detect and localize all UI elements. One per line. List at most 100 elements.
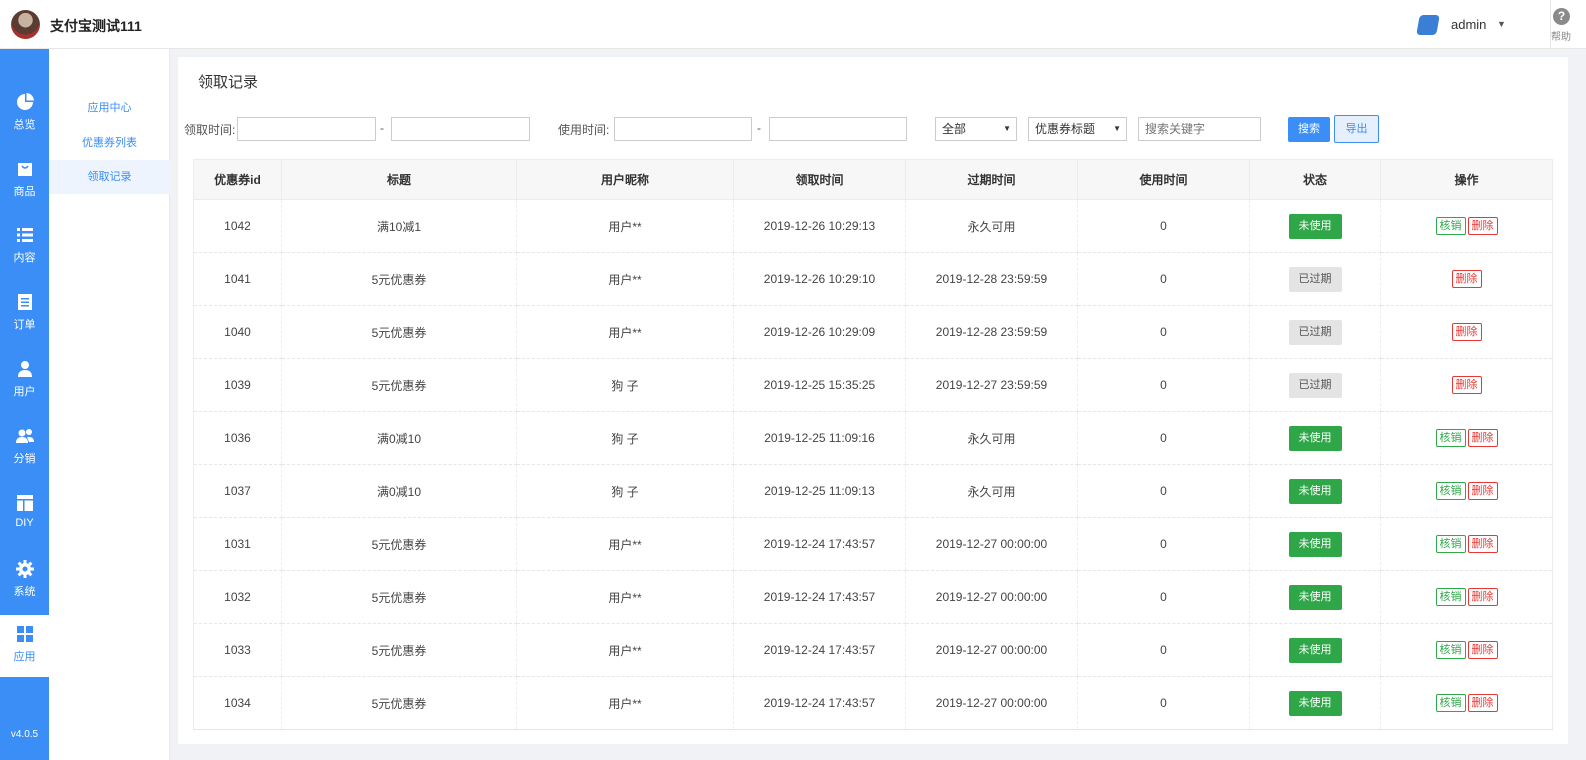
delete-button[interactable]: 删除	[1467, 217, 1498, 235]
primary-sidebar: 总览 商品 内容 订单 用户 分销 DIY 系统 应用 v4.0.5	[0, 49, 49, 760]
cell-title: 5元优惠券	[281, 570, 517, 624]
writeoff-button[interactable]: 核销	[1435, 429, 1466, 447]
chevron-down-icon[interactable]: ▼	[1497, 19, 1506, 29]
writeoff-button[interactable]: 核销	[1435, 482, 1466, 500]
cell-user: 狗 子	[516, 411, 734, 465]
table-row: 1040 5元优惠券 用户** 2019-12-26 10:29:09 2019-12-…	[193, 305, 1553, 359]
column-header[interactable]: 标题	[281, 159, 517, 200]
table-row: 1041 5元优惠券 用户** 2019-12-26 10:29:10 2019-12-…	[193, 252, 1553, 306]
table-row: 1032 5元优惠券 用户** 2019-12-24 17:43:57 2019-12-…	[193, 570, 1553, 624]
use-time-end-input[interactable]	[769, 117, 907, 141]
cell-used: 0	[1077, 570, 1250, 624]
column-header[interactable]: 操作	[1380, 159, 1553, 200]
admin-logo-icon	[1416, 15, 1440, 35]
cell-actions: 核销 删除	[1380, 623, 1553, 677]
nav-item-diy[interactable]: DIY	[0, 484, 49, 546]
subnav-item-coupon-list[interactable]: 优惠券列表	[49, 126, 170, 160]
search-button[interactable]: 搜索	[1288, 117, 1330, 142]
cell-expires: 2019-12-27 23:59:59	[905, 358, 1078, 412]
status-badge: 未使用	[1288, 213, 1342, 239]
delete-button[interactable]: 删除	[1467, 429, 1498, 447]
writeoff-button[interactable]: 核销	[1435, 535, 1466, 553]
status-badge: 未使用	[1288, 425, 1342, 451]
cell-used: 0	[1077, 623, 1250, 677]
cell-actions: 核销 删除	[1380, 464, 1553, 518]
store-avatar[interactable]	[11, 10, 40, 39]
cell-received: 2019-12-24 17:43:57	[733, 623, 906, 677]
range-dash: -	[757, 121, 761, 135]
writeoff-button[interactable]: 核销	[1435, 694, 1466, 712]
status-badge: 未使用	[1288, 690, 1342, 716]
app-title: 支付宝测试111	[50, 18, 142, 34]
receive-time-start-input[interactable]	[237, 117, 376, 141]
writeoff-button[interactable]: 核销	[1435, 217, 1466, 235]
cell-used: 0	[1077, 676, 1250, 730]
cell-title: 5元优惠券	[281, 252, 517, 306]
help-label: 帮助	[1551, 32, 1571, 43]
cell-title: 5元优惠券	[281, 305, 517, 359]
delete-button[interactable]: 删除	[1451, 323, 1482, 341]
users-icon	[16, 429, 34, 443]
column-header[interactable]: 用户昵称	[516, 159, 734, 200]
nav-item-system[interactable]: 系统	[0, 550, 49, 612]
delete-button[interactable]: 删除	[1467, 641, 1498, 659]
column-header[interactable]: 状态	[1249, 159, 1381, 200]
nav-item-overview[interactable]: 总览	[0, 83, 49, 145]
delete-button[interactable]: 删除	[1467, 482, 1498, 500]
column-header[interactable]: 使用时间	[1077, 159, 1250, 200]
help-button[interactable]: ? 帮助	[1550, 0, 1586, 49]
nav-item-orders[interactable]: 订单	[0, 283, 49, 345]
admin-user-menu[interactable]: admin	[1451, 17, 1486, 32]
shopping-bag-icon	[18, 163, 32, 176]
column-header[interactable]: 领取时间	[733, 159, 906, 200]
receive-time-end-input[interactable]	[391, 117, 530, 141]
status-badge: 未使用	[1288, 531, 1342, 557]
status-select[interactable]: 全部 ▼	[935, 117, 1017, 141]
use-time-label: 使用时间:	[558, 123, 610, 137]
cell-used: 0	[1077, 517, 1250, 571]
main-panel: 领取记录 领取时间: - 使用时间: - 全部 ▼ 优惠券标题 ▼ 搜索 导出 …	[178, 57, 1568, 744]
delete-button[interactable]: 删除	[1467, 694, 1498, 712]
use-time-start-input[interactable]	[614, 117, 752, 141]
cell-actions: 删除	[1380, 252, 1553, 306]
status-badge: 未使用	[1288, 637, 1342, 663]
cell-received: 2019-12-24 17:43:57	[733, 517, 906, 571]
delete-button[interactable]: 删除	[1467, 588, 1498, 606]
nav-label: 内容	[13, 252, 36, 264]
cell-title: 5元优惠券	[281, 358, 517, 412]
nav-item-products[interactable]: 商品	[0, 150, 49, 212]
writeoff-button[interactable]: 核销	[1435, 588, 1466, 606]
search-input[interactable]	[1138, 117, 1261, 141]
claim-records-table: 优惠券id 标题 用户昵称 领取时间 过期时间 使用时间 状态 操作 1042 满…	[193, 159, 1553, 730]
column-header[interactable]: 过期时间	[905, 159, 1078, 200]
nav-item-distribution[interactable]: 分销	[0, 417, 49, 479]
writeoff-button[interactable]: 核销	[1435, 641, 1466, 659]
top-bar: 支付宝测试111 admin ▼ ? 帮助	[0, 0, 1586, 49]
table-row: 1031 5元优惠券 用户** 2019-12-24 17:43:57 2019-12-…	[193, 517, 1553, 571]
nav-item-apps[interactable]: 应用	[0, 615, 49, 677]
delete-button[interactable]: 删除	[1451, 270, 1482, 288]
version-label: v4.0.5	[10, 729, 39, 740]
export-button[interactable]: 导出	[1334, 115, 1379, 143]
delete-button[interactable]: 删除	[1467, 535, 1498, 553]
cell-expires: 永久可用	[905, 464, 1078, 518]
subnav-item-app-center[interactable]: 应用中心	[49, 91, 170, 125]
nav-label: 商品	[13, 186, 36, 198]
nav-label: 用户	[13, 386, 36, 398]
subnav-item-claim-records[interactable]: 领取记录	[49, 160, 170, 194]
nav-item-users[interactable]: 用户	[0, 350, 49, 412]
cell-actions: 核销 删除	[1380, 570, 1553, 624]
field-select[interactable]: 优惠券标题 ▼	[1028, 117, 1127, 141]
chevron-down-icon: ▼	[1113, 124, 1121, 133]
table-row: 1042 满10减1 用户** 2019-12-26 10:29:13 永久可用 0 未使用…	[193, 199, 1553, 253]
cell-received: 2019-12-26 10:29:09	[733, 305, 906, 359]
nav-item-content[interactable]: 内容	[0, 216, 49, 278]
cell-used: 0	[1077, 305, 1250, 359]
cell-expires: 永久可用	[905, 199, 1078, 253]
cell-status: 已过期	[1249, 252, 1381, 306]
nav-label: 应用	[13, 651, 36, 663]
delete-button[interactable]: 删除	[1451, 376, 1482, 394]
cell-expires: 2019-12-27 00:00:00	[905, 517, 1078, 571]
column-header[interactable]: 优惠券id	[193, 159, 282, 200]
status-select-value: 全部	[942, 122, 967, 136]
